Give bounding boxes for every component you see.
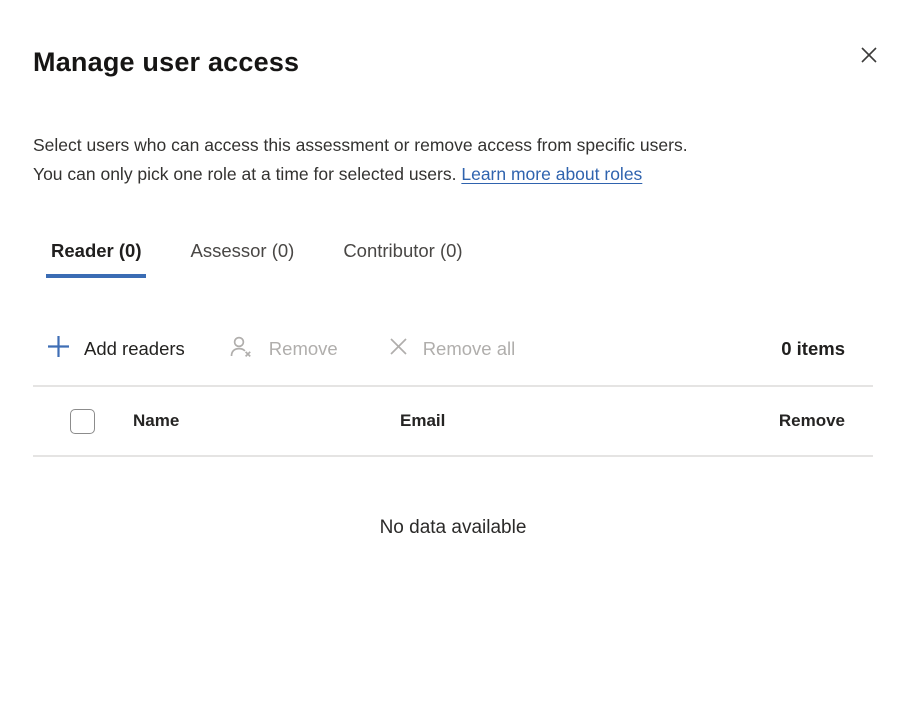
learn-more-link[interactable]: Learn more about roles <box>461 164 642 184</box>
plus-icon <box>47 335 70 363</box>
header-divider <box>33 455 873 457</box>
page-title: Manage user access <box>33 47 873 78</box>
remove-label: Remove <box>269 338 338 360</box>
table-header-row: Name Email Remove <box>33 387 873 455</box>
close-icon <box>858 44 880 66</box>
remove-all-label: Remove all <box>423 338 516 360</box>
column-header-remove: Remove <box>779 411 845 431</box>
add-readers-label: Add readers <box>84 338 185 360</box>
manage-user-access-dialog: Manage user access Select users who can … <box>0 47 907 704</box>
role-tabs: Reader (0) Assessor (0) Contributor (0) <box>46 236 873 278</box>
remove-button[interactable]: Remove <box>229 335 338 364</box>
select-all-checkbox[interactable] <box>70 409 95 434</box>
description-line2: You can only pick one role at a time for… <box>33 160 863 189</box>
add-readers-button[interactable]: Add readers <box>47 335 185 363</box>
toolbar: Add readers Remove Remove all <box>33 333 873 365</box>
dialog-description: Select users who can access this assessm… <box>33 131 863 189</box>
empty-state-message: No data available <box>33 517 873 539</box>
person-remove-icon <box>229 335 255 364</box>
items-count: 0 items <box>781 338 845 360</box>
column-header-name: Name <box>133 411 400 431</box>
close-button[interactable] <box>856 42 882 68</box>
column-header-email: Email <box>400 411 779 431</box>
tab-contributor[interactable]: Contributor (0) <box>338 236 467 278</box>
tab-assessor[interactable]: Assessor (0) <box>185 236 299 278</box>
remove-all-button[interactable]: Remove all <box>388 336 516 362</box>
x-icon <box>388 336 409 362</box>
tab-reader[interactable]: Reader (0) <box>46 236 146 278</box>
description-line1: Select users who can access this assessm… <box>33 131 863 160</box>
